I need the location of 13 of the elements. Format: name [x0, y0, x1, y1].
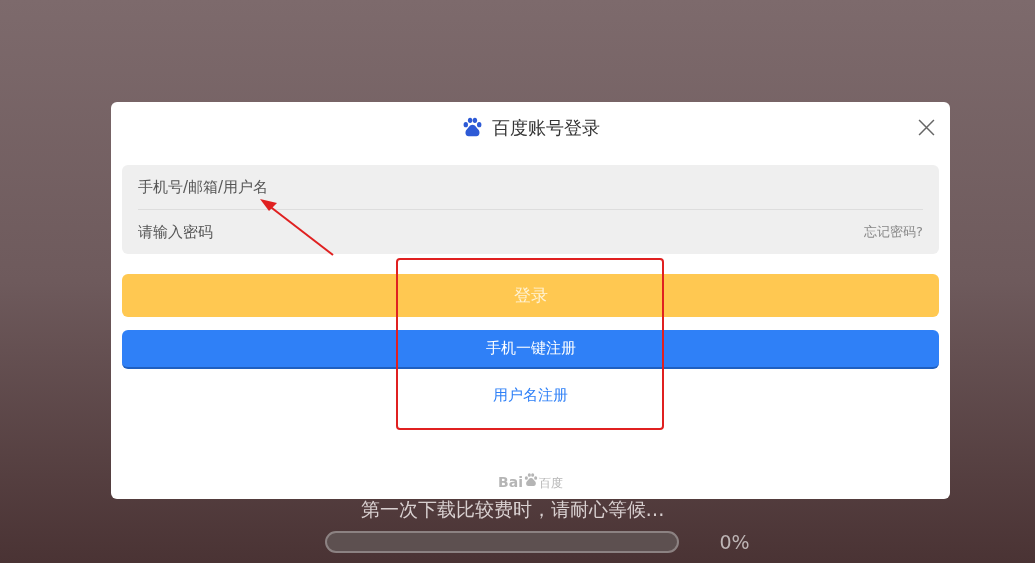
- footer-logo-text: 百度: [538, 477, 563, 489]
- password-field[interactable]: 请输入密码 忘记密码?: [122, 210, 939, 254]
- close-icon[interactable]: [918, 119, 935, 136]
- username-register-link[interactable]: 用户名注册: [493, 384, 568, 406]
- loading-message: 第一次下载比较费时，请耐心等候…: [360, 498, 665, 520]
- footer-logo-text: Bai: [498, 475, 523, 489]
- paw-logo-icon: [461, 115, 484, 139]
- paw-logo-icon: [522, 471, 539, 489]
- forgot-password-link[interactable]: 忘记密码?: [864, 222, 923, 242]
- progress-reading: 0%: [719, 530, 750, 555]
- account-field[interactable]: 手机号/邮箱/用户名: [122, 165, 939, 210]
- dialog-title: 百度账号登录: [492, 115, 600, 140]
- phone-register-button[interactable]: 手机一键注册: [122, 330, 939, 369]
